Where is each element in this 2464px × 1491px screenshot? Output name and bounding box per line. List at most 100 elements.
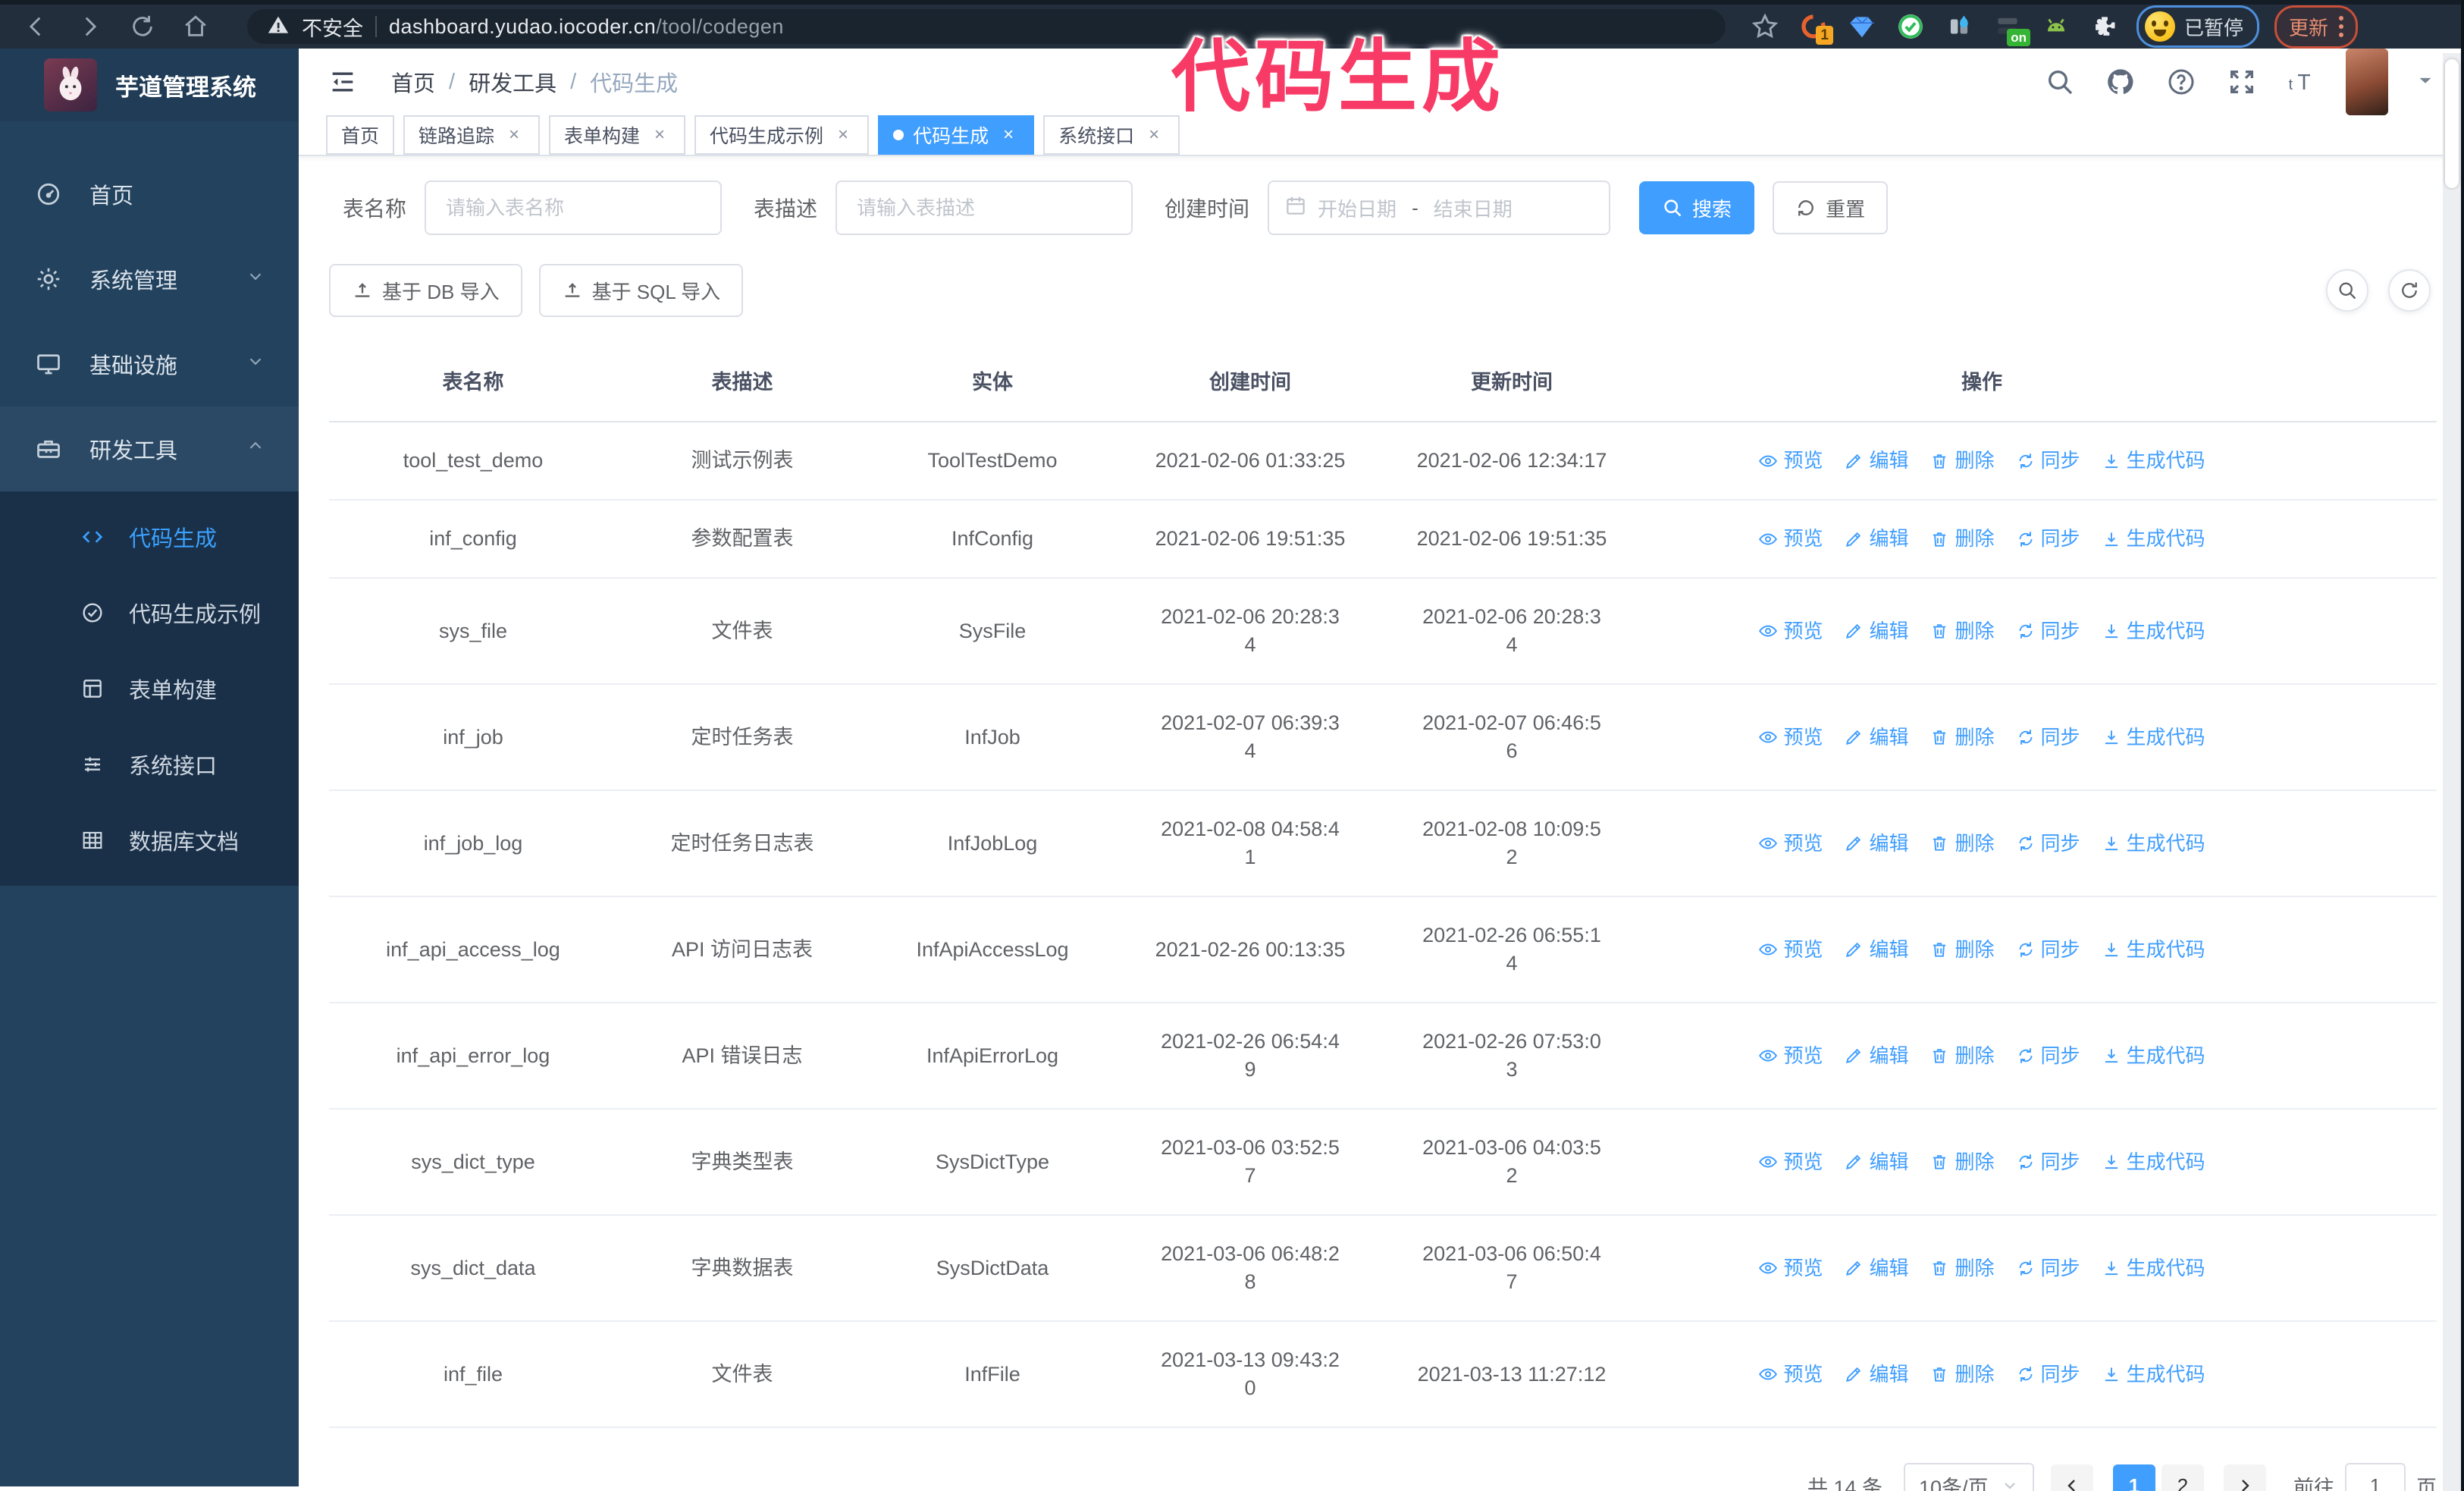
sidebar-fold-icon[interactable] (326, 65, 359, 99)
sidebar-item-1[interactable]: 系统管理 (0, 237, 299, 322)
breadcrumb-item-1[interactable]: 研发工具 (469, 66, 556, 98)
page-scrollbar[interactable] (2443, 53, 2461, 1491)
pencil-action-link[interactable]: 编辑 (1844, 525, 1908, 553)
extension-on-icon[interactable]: on (1991, 10, 2030, 46)
user-avatar[interactable] (2346, 49, 2388, 115)
download-action-link[interactable]: 生成代码 (2102, 1361, 2205, 1389)
app-logo[interactable]: 芋道管理系统 (0, 49, 299, 121)
download-action-link[interactable]: 生成代码 (2102, 1254, 2205, 1282)
sync-action-link[interactable]: 同步 (2016, 1042, 2080, 1070)
browser-update-button[interactable]: 更新 (2274, 5, 2359, 49)
eye-action-link[interactable]: 预览 (1758, 1254, 1823, 1282)
trash-action-link[interactable]: 删除 (1930, 1042, 1995, 1070)
sync-action-link[interactable]: 同步 (2016, 830, 2080, 858)
tag-close-icon[interactable]: × (1143, 124, 1165, 146)
help-icon[interactable] (2164, 64, 2199, 99)
page-button-1[interactable]: 1 (2113, 1464, 2155, 1491)
import-db-button[interactable]: 基于 DB 导入 (329, 264, 522, 317)
table-name-input[interactable] (425, 180, 723, 235)
goto-page-input[interactable] (2345, 1463, 2406, 1491)
eye-action-link[interactable]: 预览 (1758, 1042, 1823, 1070)
sync-action-link[interactable]: 同步 (2016, 447, 2080, 475)
next-page-button[interactable] (2224, 1464, 2266, 1491)
trash-action-link[interactable]: 删除 (1930, 447, 1995, 475)
extension-green-check-icon[interactable] (1894, 10, 1927, 43)
import-sql-button[interactable]: 基于 SQL 导入 (538, 264, 744, 317)
github-icon[interactable] (2103, 64, 2138, 99)
extension-android-icon[interactable] (2039, 10, 2073, 43)
pencil-action-link[interactable]: 编辑 (1844, 724, 1908, 752)
eye-action-link[interactable]: 预览 (1758, 936, 1823, 964)
table-desc-input[interactable] (835, 180, 1133, 235)
tag-2[interactable]: 表单构建 × (549, 115, 686, 155)
trash-action-link[interactable]: 删除 (1930, 617, 1995, 645)
download-action-link[interactable]: 生成代码 (2102, 936, 2205, 964)
browser-reload-icon[interactable] (121, 5, 164, 48)
pencil-action-link[interactable]: 编辑 (1844, 617, 1908, 645)
sync-action-link[interactable]: 同步 (2016, 1254, 2080, 1282)
pencil-action-link[interactable]: 编辑 (1844, 1148, 1908, 1176)
download-action-link[interactable]: 生成代码 (2102, 447, 2205, 475)
tag-close-icon[interactable]: × (998, 124, 1019, 146)
refresh-table-icon[interactable] (2388, 269, 2431, 312)
fullscreen-icon[interactable] (2224, 64, 2259, 99)
tag-3[interactable]: 代码生成示例 × (694, 115, 870, 155)
extension-gem-icon[interactable] (1845, 10, 1879, 43)
download-action-link[interactable]: 生成代码 (2102, 525, 2205, 553)
browser-back-icon[interactable] (15, 5, 58, 48)
eye-action-link[interactable]: 预览 (1758, 1361, 1823, 1389)
download-action-link[interactable]: 生成代码 (2102, 724, 2205, 752)
tag-close-icon[interactable]: × (503, 124, 525, 146)
submenu-item-0[interactable]: 代码生成 (0, 499, 299, 575)
sidebar-item-2[interactable]: 基础设施 (0, 322, 299, 406)
trash-action-link[interactable]: 删除 (1930, 830, 1995, 858)
eye-action-link[interactable]: 预览 (1758, 617, 1823, 645)
page-size-select[interactable]: 10条/页 (1904, 1463, 2034, 1491)
sync-action-link[interactable]: 同步 (2016, 1361, 2080, 1389)
pencil-action-link[interactable]: 编辑 (1844, 1361, 1908, 1389)
tag-5[interactable]: 系统接口 × (1043, 115, 1180, 155)
pencil-action-link[interactable]: 编辑 (1844, 1042, 1908, 1070)
browser-home-icon[interactable] (174, 5, 217, 48)
browser-forward-icon[interactable] (68, 5, 111, 48)
sync-action-link[interactable]: 同步 (2016, 936, 2080, 964)
submenu-item-1[interactable]: 代码生成示例 (0, 575, 299, 651)
download-action-link[interactable]: 生成代码 (2102, 617, 2205, 645)
breadcrumb-item-0[interactable]: 首页 (391, 66, 435, 98)
tag-close-icon[interactable]: × (649, 124, 670, 146)
sync-action-link[interactable]: 同步 (2016, 525, 2080, 553)
browser-menu-dots-icon[interactable] (2339, 16, 2344, 37)
prev-page-button[interactable] (2051, 1464, 2093, 1491)
pencil-action-link[interactable]: 编辑 (1844, 830, 1908, 858)
trash-action-link[interactable]: 删除 (1930, 724, 1995, 752)
user-menu-caret-icon[interactable] (2414, 69, 2437, 96)
tag-close-icon[interactable]: × (832, 124, 854, 146)
sidebar-item-0[interactable]: 首页 (0, 152, 299, 237)
trash-action-link[interactable]: 删除 (1930, 525, 1995, 553)
download-action-link[interactable]: 生成代码 (2102, 830, 2205, 858)
pencil-action-link[interactable]: 编辑 (1844, 1254, 1908, 1282)
submenu-item-3[interactable]: 系统接口 (0, 727, 299, 802)
extension-drop-icon[interactable] (1942, 10, 1976, 43)
sync-action-link[interactable]: 同步 (2016, 724, 2080, 752)
eye-action-link[interactable]: 预览 (1758, 830, 1823, 858)
reset-button[interactable]: 重置 (1773, 181, 1889, 234)
pencil-action-link[interactable]: 编辑 (1844, 447, 1908, 475)
tag-0[interactable]: 首页 (326, 115, 395, 155)
tag-1[interactable]: 链路追踪 × (403, 115, 541, 155)
font-size-icon[interactable]: tT (2285, 64, 2320, 99)
bookmark-star-icon[interactable] (1748, 10, 1782, 43)
pencil-action-link[interactable]: 编辑 (1844, 936, 1908, 964)
sync-action-link[interactable]: 同步 (2016, 617, 2080, 645)
sync-action-link[interactable]: 同步 (2016, 1148, 2080, 1176)
trash-action-link[interactable]: 删除 (1930, 936, 1995, 964)
toggle-search-icon[interactable] (2326, 269, 2368, 312)
trash-action-link[interactable]: 删除 (1930, 1361, 1995, 1389)
eye-action-link[interactable]: 预览 (1758, 447, 1823, 475)
search-icon[interactable] (2042, 64, 2077, 99)
scrollbar-thumb[interactable] (2445, 59, 2459, 188)
submenu-item-4[interactable]: 数据库文档 (0, 802, 299, 878)
profile-paused-pill[interactable]: 已暂停 (2136, 5, 2260, 48)
eye-action-link[interactable]: 预览 (1758, 525, 1823, 553)
page-button-2[interactable]: 2 (2161, 1464, 2204, 1491)
